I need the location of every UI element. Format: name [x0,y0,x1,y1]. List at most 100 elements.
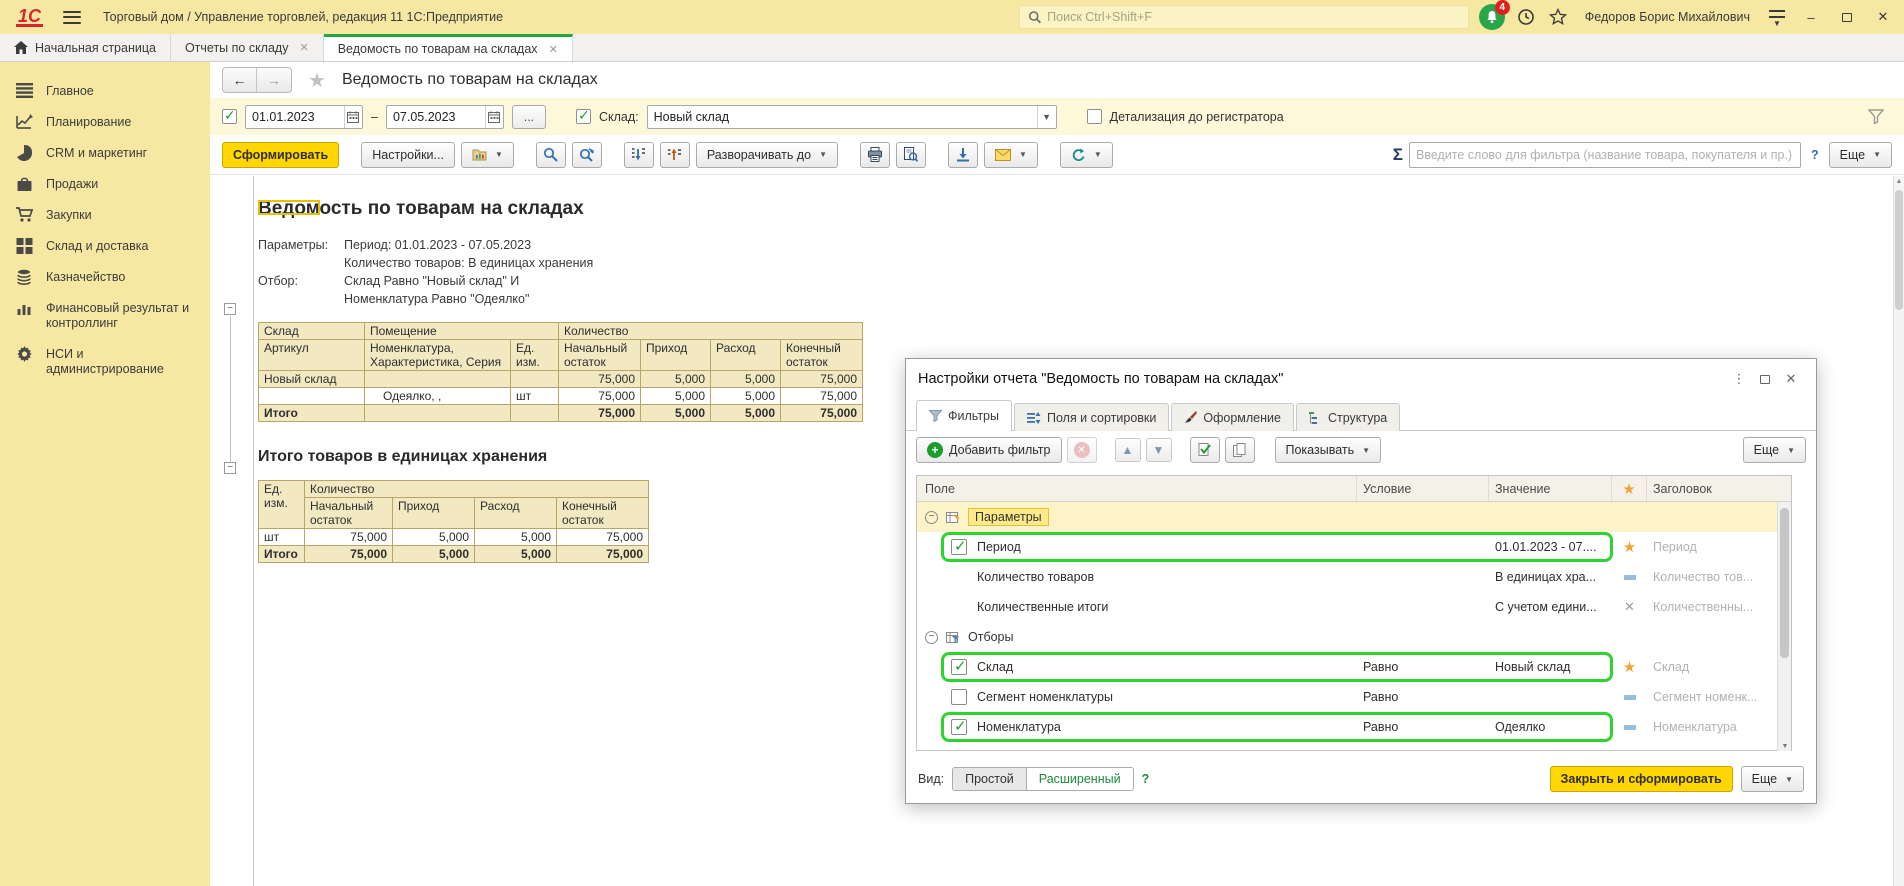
scroll-thumb[interactable] [1780,508,1789,658]
save-button[interactable] [948,142,978,168]
collapse-group-button[interactable]: − [224,462,236,474]
collapse-groups-button[interactable] [624,142,654,168]
value-cell[interactable]: Одеялко [1489,712,1612,742]
dialog-more-button[interactable]: Еще ▼ [1743,437,1806,463]
date-from-input[interactable] [246,110,344,124]
favorite-star-icon[interactable]: ★ [308,68,326,93]
grid-scrollbar[interactable]: ▼ [1777,502,1791,751]
close-tab-icon[interactable]: ✕ [299,41,308,54]
find-button[interactable] [536,142,566,168]
settings-button[interactable]: Настройки... [361,142,455,168]
star-marker-icon[interactable]: ★ [1623,538,1636,556]
check-all-button[interactable] [1190,437,1220,463]
close-button[interactable]: ✕ [1870,5,1896,29]
filters-grid[interactable]: Поле Условие Значение ★ Заголовок − Пара… [916,475,1792,751]
collapse-group-button[interactable]: − [224,303,236,315]
close-tab-icon[interactable]: ✕ [549,43,558,56]
change-variant-button[interactable]: ▼ [1060,142,1113,168]
period-options-button[interactable]: ... [512,105,546,129]
sidebar-item-sales[interactable]: Продажи [0,169,210,200]
history-button[interactable] [1515,6,1537,28]
scroll-thumb[interactable] [1895,190,1903,310]
view-advanced-button[interactable]: Расширенный [1026,768,1133,790]
sidebar-item-planning[interactable]: Планирование [0,107,210,138]
send-email-button[interactable]: ▼ [984,142,1038,168]
value-cell[interactable] [1489,682,1612,712]
help-button[interactable]: ? [1807,148,1823,162]
value-cell[interactable]: В единицах хра... [1489,562,1612,592]
print-preview-button[interactable] [896,142,926,168]
minimize-button[interactable]: – [1798,5,1824,29]
find-next-button[interactable] [572,142,602,168]
back-button[interactable]: ← [223,68,257,92]
filter-row-segment[interactable]: Сегмент номенклатуры Равно Сегмент номен… [917,682,1791,712]
show-button[interactable]: Показывать ▼ [1275,437,1382,463]
collapse-icon[interactable]: − [925,511,938,524]
tab-filters[interactable]: Фильтры [916,400,1012,431]
dialog-footer-more-button[interactable]: Еще ▼ [1741,766,1804,792]
date-to-input[interactable] [387,110,485,124]
sidebar-item-finresult[interactable]: Финансовый результат и контроллинг [0,293,210,339]
view-simple-button[interactable]: Простой [953,768,1026,790]
forward-button[interactable]: → [257,68,291,92]
window-menu-button[interactable]: ▼ [1766,8,1788,26]
remove-filter-button[interactable]: ✕ [1067,437,1097,463]
warehouse-input[interactable] [648,110,1037,124]
sidebar-item-nsi-admin[interactable]: НСИ и администрирование [0,339,210,385]
tab-appearance[interactable]: Оформление [1171,403,1294,431]
calendar-icon[interactable] [485,106,503,128]
favorites-button[interactable] [1547,6,1569,28]
detail-checkbox[interactable] [1087,109,1102,124]
sidebar-item-purchases[interactable]: Закупки [0,200,210,231]
scroll-down-icon[interactable]: ▼ [1778,743,1791,750]
calendar-icon[interactable] [344,106,362,128]
1c-logo-icon[interactable]: 1С [16,8,43,27]
dialog-help-button[interactable]: ? [1142,772,1150,786]
filter-row-warehouse[interactable]: Склад Равно Новый склад ★ Склад [917,652,1791,682]
expand-groups-button[interactable] [660,142,690,168]
user-name[interactable]: Федоров Борис Михайлович [1585,10,1750,24]
chevron-down-icon[interactable]: ▼ [1037,106,1056,128]
tab-fields-sorting[interactable]: Поля и сортировки [1014,403,1169,431]
report-scrollbar[interactable]: ▲ [1893,176,1904,886]
warehouse-checkbox[interactable] [576,109,591,124]
global-search-input[interactable] [1019,5,1469,29]
totals-table[interactable]: Ед. изм. Количество Начальный остаток Пр… [258,480,649,563]
x-marker-icon[interactable]: ✕ [1624,599,1635,615]
star-marker-icon[interactable]: ★ [1623,658,1636,676]
filter-row-quantity-totals[interactable]: Количественные итоги С учетом едини... ✕… [917,592,1791,622]
warehouse-table[interactable]: Склад Помещение Количество Артикул Номен… [258,322,863,422]
tab-goods-statement[interactable]: Ведомость по товарам на складах ✕ [324,34,573,61]
tab-warehouse-reports[interactable]: Отчеты по складу ✕ [171,34,324,61]
more-button[interactable]: Еще ▼ [1829,142,1892,168]
group-row-parameters[interactable]: − Параметры [917,502,1791,532]
tab-home[interactable]: Начальная страница [0,34,171,61]
sidebar-item-crm[interactable]: CRM и маркетинг [0,138,210,169]
add-filter-button[interactable]: + Добавить фильтр [916,437,1062,463]
move-down-button[interactable]: ▼ [1146,438,1172,462]
dialog-close-button[interactable]: ✕ [1778,367,1804,391]
main-menu-icon[interactable] [63,11,81,24]
sidebar-item-main[interactable]: Главное [0,76,210,107]
close-and-generate-button[interactable]: Закрыть и сформировать [1550,766,1733,792]
value-cell[interactable]: Новый склад [1489,652,1612,682]
warehouse-combobox[interactable]: ▼ [647,105,1057,129]
date-to-field[interactable] [386,105,504,129]
scroll-up-icon[interactable]: ▲ [1894,176,1904,188]
period-checkbox[interactable] [222,109,237,124]
quick-filter-field[interactable] [1409,142,1801,168]
expand-to-button[interactable]: Разворачивать до ▼ [696,142,838,168]
quick-filter-input[interactable] [1410,148,1800,162]
dash-marker-icon[interactable] [1624,695,1636,700]
group-row-selections[interactable]: − Отборы [917,622,1791,652]
filter-row-goods-count[interactable]: Количество товаров В единицах хра... Кол… [917,562,1791,592]
filter-row-nomenclature[interactable]: Номенклатура Равно Одеялко Номенклатура [917,712,1791,742]
notifications-button[interactable]: 4 [1479,4,1505,30]
dialog-more-icon[interactable]: ⋮ [1726,367,1752,391]
filter-funnel-icon[interactable] [1868,109,1884,124]
row-checkbox[interactable] [951,659,967,675]
filter-row-period[interactable]: Период 01.01.2023 - 07.... ★ Период [917,532,1791,562]
row-checkbox[interactable] [951,539,967,555]
value-cell[interactable]: С учетом едини... [1489,592,1612,622]
value-cell[interactable]: 01.01.2023 - 07.... [1489,532,1612,562]
